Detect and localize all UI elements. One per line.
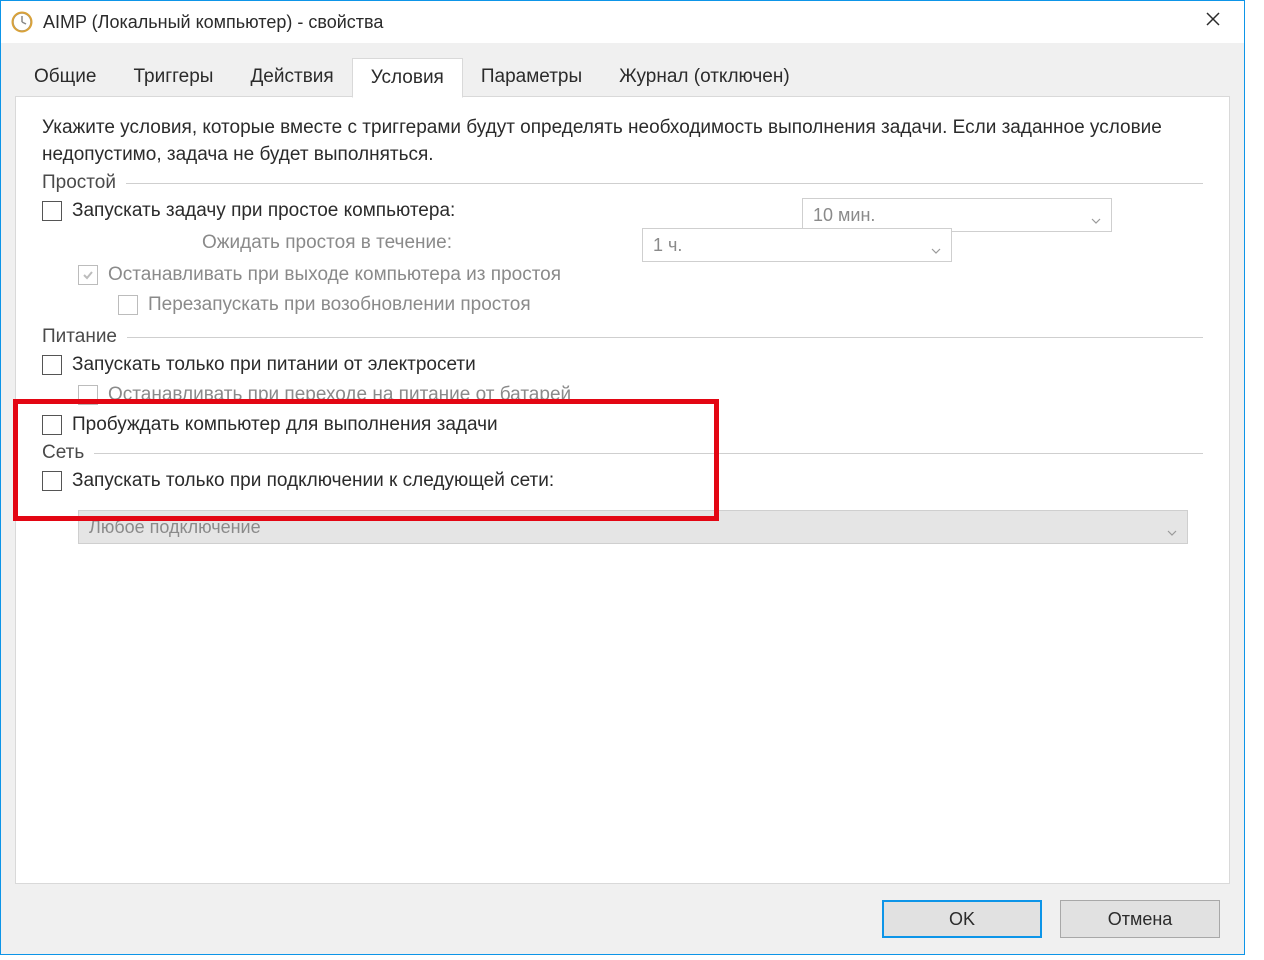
divider xyxy=(94,453,1203,454)
row-stop-on-battery: Останавливать при переходе на питание от… xyxy=(42,384,1203,406)
combo-idle-minutes-value: 10 мин. xyxy=(813,205,875,226)
row-restart-on-idle: Перезапускать при возобновлении простоя xyxy=(42,294,1203,316)
group-power-title: Питание xyxy=(42,326,117,348)
label-wake: Пробуждать компьютер для выполнения зада… xyxy=(72,414,498,436)
group-network-title: Сеть xyxy=(42,442,84,464)
tabstrip: Общие Триггеры Действия Условия Параметр… xyxy=(15,57,1230,97)
scheduler-icon xyxy=(11,11,33,33)
checkbox-stop-on-idle-end xyxy=(78,265,98,285)
row-start-on-network: Запускать только при подключении к следу… xyxy=(42,470,1203,492)
close-button[interactable] xyxy=(1186,1,1240,37)
label-start-on-network: Запускать только при подключении к следу… xyxy=(72,470,554,492)
tab-settings[interactable]: Параметры xyxy=(462,57,601,97)
checkbox-start-on-network[interactable] xyxy=(42,471,62,491)
label-stop-on-battery: Останавливать при переходе на питание от… xyxy=(108,384,571,406)
checkbox-start-on-ac[interactable] xyxy=(42,355,62,375)
group-power-header: Питание xyxy=(42,326,1203,348)
label-start-on-ac: Запускать только при питании от электрос… xyxy=(72,354,476,376)
label-restart-on-idle: Перезапускать при возобновлении простоя xyxy=(148,294,531,316)
intro-text: Укажите условия, которые вместе с тригге… xyxy=(42,115,1203,168)
tab-conditions[interactable]: Условия xyxy=(352,58,463,98)
close-icon xyxy=(1205,11,1221,27)
group-idle-title: Простой xyxy=(42,172,116,194)
row-stop-on-idle-end: Останавливать при выходе компьютера из п… xyxy=(42,264,1203,286)
properties-window: AIMP (Локальный компьютер) - свойства Об… xyxy=(0,0,1245,955)
titlebar: AIMP (Локальный компьютер) - свойства xyxy=(1,1,1244,43)
group-network-header: Сеть xyxy=(42,442,1203,464)
chevron-down-icon xyxy=(1091,210,1101,220)
combo-network: Любое подключение xyxy=(78,510,1188,544)
conditions-panel: Укажите условия, которые вместе с тригге… xyxy=(15,96,1230,884)
window-title: AIMP (Локальный компьютер) - свойства xyxy=(43,12,383,33)
combo-network-value: Любое подключение xyxy=(89,517,261,538)
cancel-button[interactable]: Отмена xyxy=(1060,900,1220,938)
group-idle-header: Простой xyxy=(42,172,1203,194)
row-start-if-idle: Запускать задачу при простое компьютера:… xyxy=(42,200,1203,222)
client-area: Общие Триггеры Действия Условия Параметр… xyxy=(1,43,1244,954)
label-wait-idle: Ожидать простоя в течение: xyxy=(202,232,452,254)
label-start-if-idle: Запускать задачу при простое компьютера: xyxy=(72,200,455,222)
dialog-footer: OK Отмена xyxy=(15,884,1230,954)
tab-triggers[interactable]: Триггеры xyxy=(114,57,232,97)
tab-general[interactable]: Общие xyxy=(15,57,115,97)
tab-history[interactable]: Журнал (отключен) xyxy=(600,57,809,97)
checkmark-icon xyxy=(82,269,94,281)
label-stop-on-idle-end: Останавливать при выходе компьютера из п… xyxy=(108,264,561,286)
checkbox-stop-on-battery xyxy=(78,385,98,405)
divider xyxy=(126,183,1203,184)
checkbox-restart-on-idle xyxy=(118,295,138,315)
chevron-down-icon xyxy=(931,240,941,250)
combo-idle-minutes[interactable]: 10 мин. xyxy=(802,198,1112,232)
checkbox-start-if-idle[interactable] xyxy=(42,201,62,221)
checkbox-wake[interactable] xyxy=(42,415,62,435)
tab-actions[interactable]: Действия xyxy=(231,57,352,97)
row-wake: Пробуждать компьютер для выполнения зада… xyxy=(42,414,1203,436)
chevron-down-icon xyxy=(1167,522,1177,532)
combo-wait-hours-value: 1 ч. xyxy=(653,235,682,256)
ok-button[interactable]: OK xyxy=(882,900,1042,938)
combo-wait-hours[interactable]: 1 ч. xyxy=(642,228,952,262)
row-start-on-ac: Запускать только при питании от электрос… xyxy=(42,354,1203,376)
divider xyxy=(127,337,1203,338)
row-wait-idle: Ожидать простоя в течение: 1 ч. xyxy=(42,232,1203,254)
